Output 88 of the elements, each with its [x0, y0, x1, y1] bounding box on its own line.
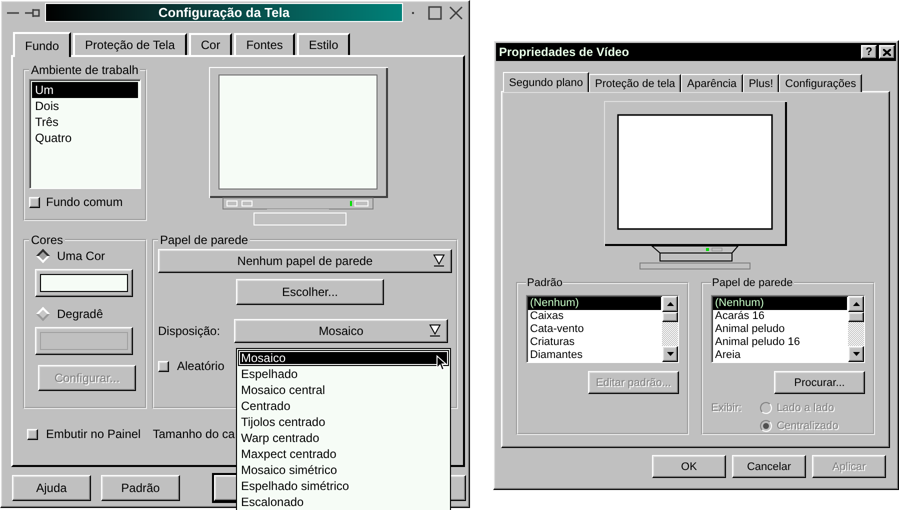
list-item[interactable]: Caixas [528, 310, 661, 323]
up-arrow-icon [852, 302, 860, 306]
group-title: Padrão [526, 277, 564, 289]
radio-label: Lado a lado [776, 402, 834, 414]
close-button[interactable] [879, 45, 895, 59]
scrollbar[interactable] [662, 296, 678, 362]
dialog-button[interactable]: Padrão [101, 475, 180, 501]
color-button[interactable] [35, 269, 133, 297]
wallpaper-dropdown[interactable]: Nenhum papel de parede [158, 249, 452, 273]
field-label: Tamanho do ca [152, 427, 235, 441]
tab[interactable]: Plus! [742, 74, 780, 92]
dropdown-option[interactable]: Espelhado [238, 366, 449, 382]
checkbox-label: Aleatório [177, 359, 224, 373]
tab[interactable]: Configurações [779, 74, 862, 92]
list-item[interactable]: Criaturas [528, 336, 661, 349]
list-box[interactable]: (Nenhum) Caixas Cata-vento Criaturas Diamantes [526, 295, 679, 363]
arrangement-dropdown[interactable]: Mosaico [234, 319, 448, 343]
list-item[interactable]: Areia [713, 349, 847, 362]
scroll-up-button[interactable] [662, 296, 678, 312]
radio-label: Uma Cor [57, 249, 106, 263]
window-menu-icon[interactable] [5, 6, 41, 18]
tab[interactable]: Fontes [234, 33, 295, 55]
tab[interactable]: Proteção de Tela [73, 33, 187, 55]
tab[interactable]: Estilo [296, 33, 350, 55]
group-title: Ambiente de trabalh [30, 63, 140, 77]
dropdown-option[interactable]: Escalonado [238, 494, 449, 510]
dropdown-option[interactable]: Mosaico simétrico [238, 462, 449, 478]
dropdown-arrow-icon [429, 324, 442, 338]
group-title: Cores [30, 233, 64, 247]
mouse-cursor-icon [436, 355, 447, 371]
list-item[interactable]: Animal peludo 16 [713, 336, 847, 349]
dialog-button[interactable]: Cancelar [732, 455, 806, 478]
radio-button[interactable] [760, 402, 772, 414]
list-item[interactable]: Dois [32, 98, 138, 114]
up-arrow-icon [666, 302, 674, 306]
checkbox-label: Embutir no Painel [46, 427, 141, 441]
checkbox[interactable] [27, 428, 38, 440]
dropdown-option[interactable]: Maxpect centrado [238, 446, 449, 462]
tab[interactable]: Fundo [13, 32, 72, 57]
tab[interactable]: Cor [188, 33, 232, 55]
radio-button[interactable] [760, 420, 772, 432]
dropdown-arrow-icon [433, 254, 445, 268]
scroll-down-button[interactable] [662, 346, 678, 362]
field-label: Disposição: [158, 324, 220, 338]
down-arrow-icon [852, 352, 860, 356]
scroll-thumb[interactable] [848, 312, 864, 322]
dropdown-option[interactable]: Mosaico central [238, 382, 449, 398]
tab[interactable]: Segundo plano [503, 72, 590, 92]
checkbox[interactable] [29, 196, 40, 208]
dialog-button[interactable]: OK [652, 455, 726, 478]
list-item[interactable]: Diamantes [528, 349, 661, 362]
list-box[interactable]: (Nenhum) Acarás 16 Animal peludo Animal peludo 16 Areia [711, 295, 865, 363]
scroll-down-button[interactable] [848, 346, 864, 362]
field-label: Exibir: [711, 402, 742, 414]
checkbox[interactable] [158, 360, 169, 372]
dropdown-option[interactable]: Espelhado simétrico [238, 478, 449, 494]
window-title: Configuração da Tela [45, 3, 403, 22]
list-item[interactable]: Quatro [32, 130, 138, 146]
dropdown-option[interactable]: Mosaico [238, 350, 449, 366]
list-item[interactable]: Cata-vento [528, 323, 661, 336]
help-button[interactable]: ? [861, 45, 877, 59]
tab[interactable]: Proteção de tela [589, 74, 682, 92]
list-item[interactable]: Três [32, 114, 138, 130]
close-icon [883, 48, 891, 56]
group-title: Papel de parede [711, 277, 794, 289]
dialog-button[interactable]: Ajuda [12, 475, 91, 501]
radio-label: Centralizado [776, 420, 838, 432]
scroll-thumb[interactable] [662, 312, 678, 322]
list-item[interactable]: Acarás 16 [713, 310, 847, 323]
choose-button[interactable]: Escolher... [236, 279, 384, 305]
scrollbar[interactable] [848, 296, 864, 362]
dropdown-list[interactable]: Mosaico Espelhado Mosaico central Centrado Tijolos centrado Warp centrado Maxpect centrado Mosaico simétrico Espelhado simétrico Escalonado [236, 348, 451, 510]
tab[interactable]: Aparência [681, 74, 743, 92]
dropdown-option[interactable]: Warp centrado [238, 430, 449, 446]
checkbox-label: Fundo comum [46, 195, 123, 209]
list-box[interactable]: Um Dois Três Quatro [29, 79, 141, 189]
scroll-up-button[interactable] [848, 296, 864, 312]
dropdown-option[interactable]: Tijolos centrado [238, 414, 449, 430]
browse-button[interactable]: Procurar... [774, 371, 865, 394]
list-item[interactable]: Animal peludo [713, 323, 847, 336]
group-title: Papel de parede [159, 233, 250, 247]
radio-label: Degradê [57, 307, 104, 321]
window-title: Propriedades de Vídeo [499, 45, 630, 59]
list-item[interactable]: Um [32, 82, 138, 98]
list-item[interactable]: (Nenhum) [713, 297, 847, 310]
down-arrow-icon [666, 352, 674, 356]
dropdown-option[interactable]: Centrado [238, 398, 449, 414]
list-item[interactable]: (Nenhum) [528, 297, 661, 310]
